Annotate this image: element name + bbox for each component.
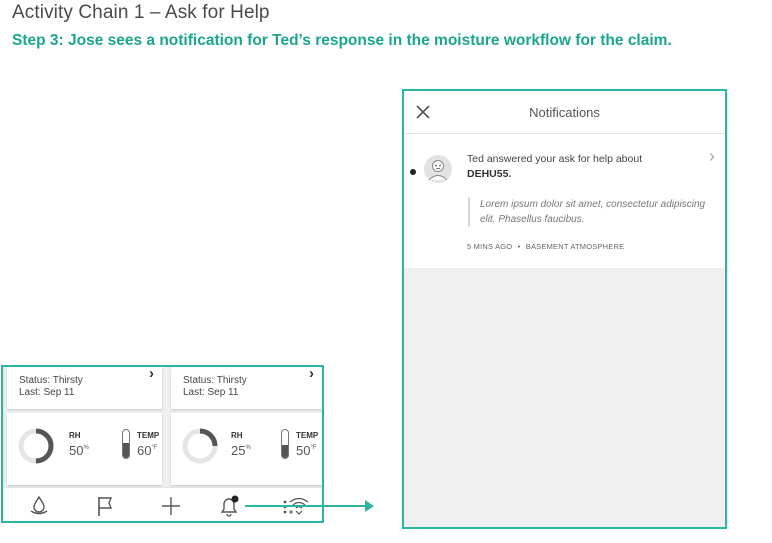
notifications-title: Notifications [529, 105, 600, 120]
unread-indicator [410, 169, 416, 175]
phone-screen-dashboard: Status: Thirsty Last: Sep 11 › Status: T… [1, 365, 324, 523]
notification-quote: Lorem ipsum dolor sit amet, consectetur … [468, 197, 710, 227]
page-title: Activity Chain 1 – Ask for Help [12, 2, 270, 23]
sensor-card-header[interactable]: Status: Thirsty Last: Sep 11 › [7, 367, 162, 409]
flag-icon[interactable] [91, 492, 119, 520]
page-subtitle: Step 3: Jose sees a notification for Ted… [12, 32, 672, 49]
flow-arrow-line [245, 505, 367, 507]
notification-message: Ted answered your ask for help about DEH… [467, 153, 643, 180]
status-text: Status: Thirsty Last: Sep 11 [183, 375, 247, 398]
phone-screen-notifications: Notifications › Ted answered your ask fo… [402, 89, 727, 529]
temp-value: 50°F [296, 443, 317, 458]
rh-value: 25% [231, 443, 251, 458]
temp-value: 60°F [137, 443, 158, 458]
rh-value: 50% [69, 443, 89, 458]
bell-icon[interactable] [215, 492, 243, 520]
plus-icon[interactable] [157, 492, 185, 520]
avatar [424, 155, 452, 183]
sensor-card-header[interactable]: Status: Thirsty Last: Sep 11 › [171, 367, 322, 409]
notification-location: BASEMENT ATMOSPHERE [525, 242, 625, 251]
chevron-right-icon[interactable]: › [709, 146, 715, 167]
rh-label: RH [69, 431, 81, 440]
notifications-header: Notifications [404, 91, 725, 134]
status-text: Status: Thirsty Last: Sep 11 [19, 375, 83, 398]
rh-label: RH [231, 431, 243, 440]
notification-subject: DEHU55. [467, 168, 512, 180]
humidity-gauge [18, 428, 54, 464]
temp-label: TEMP [137, 431, 160, 440]
temperature-thermometer [122, 429, 130, 459]
water-drop-icon[interactable] [25, 492, 53, 520]
meta-separator: • [517, 242, 521, 251]
flow-arrow-head [365, 500, 374, 512]
chevron-right-icon[interactable]: › [309, 367, 314, 382]
temp-label: TEMP [296, 431, 319, 440]
chevron-right-icon[interactable]: › [149, 367, 154, 382]
notification-time: 5 MINS AGO [467, 242, 513, 251]
humidity-gauge [182, 428, 218, 464]
notification-meta: 5 MINS AGO • BASEMENT ATMOSPHERE [467, 242, 624, 251]
sensor-readings-card: RH 50% TEMP 60°F [7, 413, 162, 485]
sensor-readings-card: RH 25% TEMP 50°F [171, 413, 322, 485]
temperature-thermometer [281, 429, 289, 459]
notification-item[interactable]: › Ted answered your ask for help about D… [404, 134, 725, 268]
